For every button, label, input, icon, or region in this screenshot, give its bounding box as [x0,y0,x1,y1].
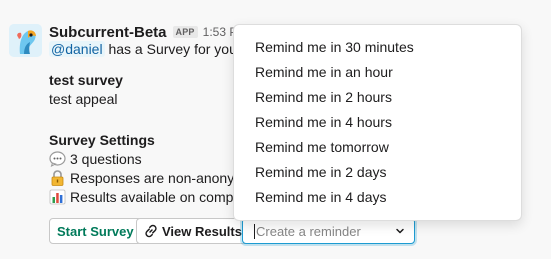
survey-title: test survey [49,72,123,88]
link-icon [145,224,157,238]
menu-item-remind-4-days[interactable]: Remind me in 4 days [234,185,521,210]
survey-description: test appeal [49,91,118,107]
view-results-button[interactable]: View Results [136,218,250,244]
view-results-label: View Results [162,223,242,239]
sender-name[interactable]: Subcurrent-Beta [49,24,167,41]
speech-bubble-icon [49,151,66,167]
menu-item-remind-2-hours[interactable]: Remind me in 2 hours [234,85,521,110]
app-badge: APP [172,26,198,38]
menu-item-remind-4-hours[interactable]: Remind me in 4 hours [234,110,521,135]
chevron-down-icon [396,228,404,234]
intro-text: has a Survey for you [108,41,237,57]
setting-questions: 3 questions [49,151,142,167]
reminder-select[interactable]: Create a reminder [242,218,415,244]
reminder-placeholder: Create a reminder [256,223,361,239]
setting-text: Results available on comple [70,189,245,205]
setting-text: 3 questions [70,151,142,167]
settings-title: Survey Settings [49,132,155,148]
setting-results: Results available on comple [49,189,244,205]
setting-text: Responses are non-anonym [70,170,246,186]
reminder-dropdown-menu: Remind me in 30 minutes Remind me in an … [233,24,522,221]
menu-item-remind-2-days[interactable]: Remind me in 2 days [234,160,521,185]
menu-item-remind-1-hour[interactable]: Remind me in an hour [234,60,521,85]
bar-chart-icon [49,189,66,205]
menu-item-remind-tomorrow[interactable]: Remind me tomorrow [234,135,521,160]
menu-item-remind-30-minutes[interactable]: Remind me in 30 minutes [234,35,521,60]
padlock-icon [51,170,64,186]
user-mention[interactable]: @daniel [49,41,105,57]
parrot-logo-icon [9,24,42,57]
start-survey-button[interactable]: Start Survey [49,218,142,244]
message-intro: @daniel has a Survey for you [49,41,237,57]
text-cursor [254,223,255,239]
message-header: Subcurrent-Beta APP 1:53 PM [49,24,247,41]
setting-anonymity: Responses are non-anonym [49,170,246,186]
app-avatar[interactable] [9,24,42,57]
